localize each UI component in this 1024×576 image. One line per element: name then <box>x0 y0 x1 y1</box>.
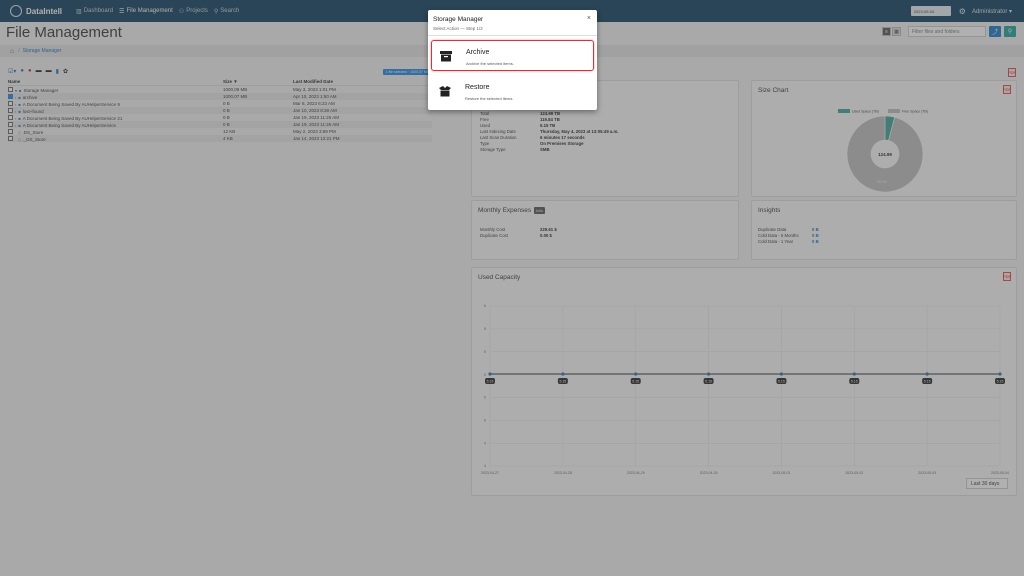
archive-option-desc: Archive the selected items. <box>466 61 514 66</box>
archive-option-label: Archive <box>466 49 490 56</box>
modal-divider <box>428 35 597 36</box>
archive-option[interactable]: Archive Archive the selected items. <box>431 40 594 71</box>
close-icon[interactable]: × <box>587 15 591 22</box>
modal-subtitle: Select Action — Step 1/2 <box>433 26 483 31</box>
modal-title: Storage Manager <box>433 16 484 23</box>
restore-option[interactable]: Restore Restore the selected items. <box>431 76 594 107</box>
restore-option-desc: Restore the selected items. <box>465 96 514 101</box>
restore-option-label: Restore <box>465 84 490 91</box>
open-box-icon <box>439 86 451 97</box>
archive-box-icon <box>440 51 452 62</box>
storage-action-modal: Storage Manager Select Action — Step 1/2… <box>428 10 597 110</box>
